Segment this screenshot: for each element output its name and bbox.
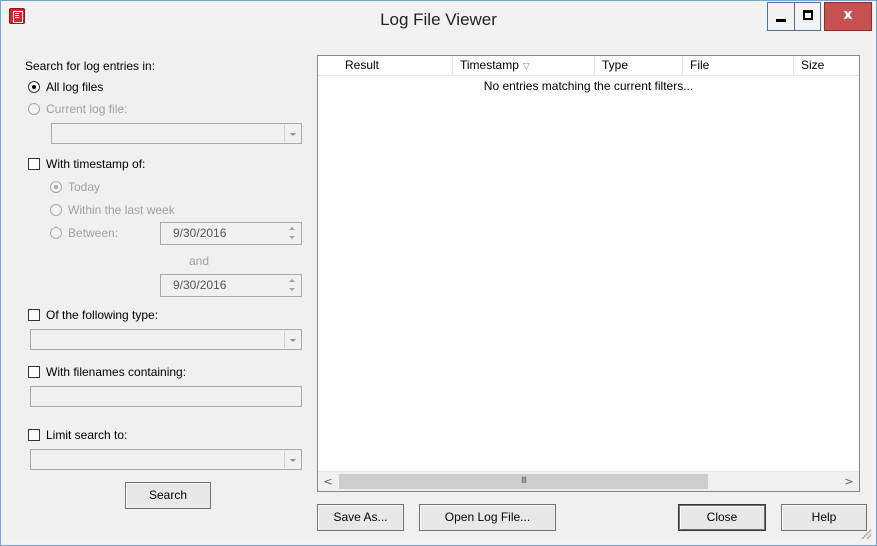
minimize-icon [776, 19, 786, 22]
close-button[interactable]: Close [678, 504, 766, 531]
and-label: and [189, 254, 210, 268]
type-filter-checkbox[interactable] [28, 309, 40, 321]
start-date-value: 9/30/2016 [173, 226, 227, 240]
empty-list-message: No entries matching the current filters.… [483, 79, 694, 93]
column-header-type[interactable]: Type [595, 56, 683, 76]
type-filter-label: Of the following type: [46, 308, 159, 322]
open-log-file-button[interactable]: Open Log File... [419, 504, 556, 531]
scrollbar-thumb[interactable]: III [339, 474, 708, 489]
current-log-file-label: Current log file: [46, 102, 128, 116]
limit-search-label: Limit search to: [46, 428, 128, 442]
scroll-left-icon[interactable]: < [318, 472, 338, 491]
column-header-timestamp-label: Timestamp [460, 58, 519, 72]
list-column-header: Result Timestamp ▽ Type File Size [318, 56, 859, 76]
help-button[interactable]: Help [781, 504, 867, 531]
search-button[interactable]: Search [125, 482, 211, 509]
today-label: Today [68, 180, 101, 194]
end-date-value: 9/30/2016 [173, 278, 227, 292]
scroll-right-icon[interactable]: > [839, 472, 859, 491]
last-week-label: Within the last week [68, 203, 175, 217]
minimize-button[interactable] [767, 2, 795, 31]
maximize-icon [803, 10, 813, 20]
window-title: Log File Viewer [380, 10, 497, 29]
chevron-down-icon[interactable] [284, 331, 300, 348]
sort-descending-icon: ▽ [522, 61, 530, 71]
close-window-button[interactable]: x [824, 2, 872, 31]
limit-search-combo[interactable] [30, 449, 302, 470]
all-log-files-radio[interactable] [28, 81, 40, 93]
filename-filter-checkbox[interactable] [28, 366, 40, 378]
column-header-timestamp[interactable]: Timestamp ▽ [453, 56, 595, 76]
save-as-button[interactable]: Save As... [317, 504, 404, 531]
end-date-picker[interactable]: 9/30/2016 [160, 274, 302, 297]
end-date-spinner-icon[interactable] [284, 276, 300, 295]
column-header-result[interactable]: Result [318, 56, 453, 76]
title-bar[interactable]: Log File Viewer x [1, 1, 876, 39]
today-radio[interactable] [50, 181, 62, 193]
dialog-client-area: Search for log entries in: All log files… [8, 39, 871, 539]
chevron-down-icon[interactable] [284, 451, 300, 468]
maximize-button[interactable] [794, 2, 821, 31]
current-log-file-combo[interactable] [51, 123, 302, 144]
filename-filter-label: With filenames containing: [46, 365, 187, 379]
type-filter-combo[interactable] [30, 329, 302, 350]
filename-filter-input[interactable] [30, 386, 302, 407]
start-date-spinner-icon[interactable] [284, 224, 300, 243]
column-header-file[interactable]: File [683, 56, 794, 76]
start-date-picker[interactable]: 9/30/2016 [160, 222, 302, 245]
timestamp-filter-label: With timestamp of: [46, 157, 146, 171]
log-entries-list[interactable]: Result Timestamp ▽ Type File Size No entr… [317, 55, 860, 492]
column-header-size[interactable]: Size [794, 56, 859, 76]
current-log-file-radio[interactable] [28, 103, 40, 115]
resize-grip-icon[interactable] [861, 529, 871, 539]
chevron-down-icon[interactable] [284, 125, 300, 142]
search-scope-heading: Search for log entries in: [25, 59, 156, 73]
between-label: Between: [68, 226, 119, 240]
close-icon: x [843, 7, 853, 23]
last-week-radio[interactable] [50, 204, 62, 216]
limit-search-checkbox[interactable] [28, 429, 40, 441]
horizontal-scrollbar[interactable]: < III > [318, 471, 859, 491]
all-log-files-label: All log files [46, 80, 104, 94]
timestamp-filter-checkbox[interactable] [28, 158, 40, 170]
log-file-viewer-window: Log File Viewer x Search for log entries… [0, 0, 877, 546]
between-radio[interactable] [50, 227, 62, 239]
